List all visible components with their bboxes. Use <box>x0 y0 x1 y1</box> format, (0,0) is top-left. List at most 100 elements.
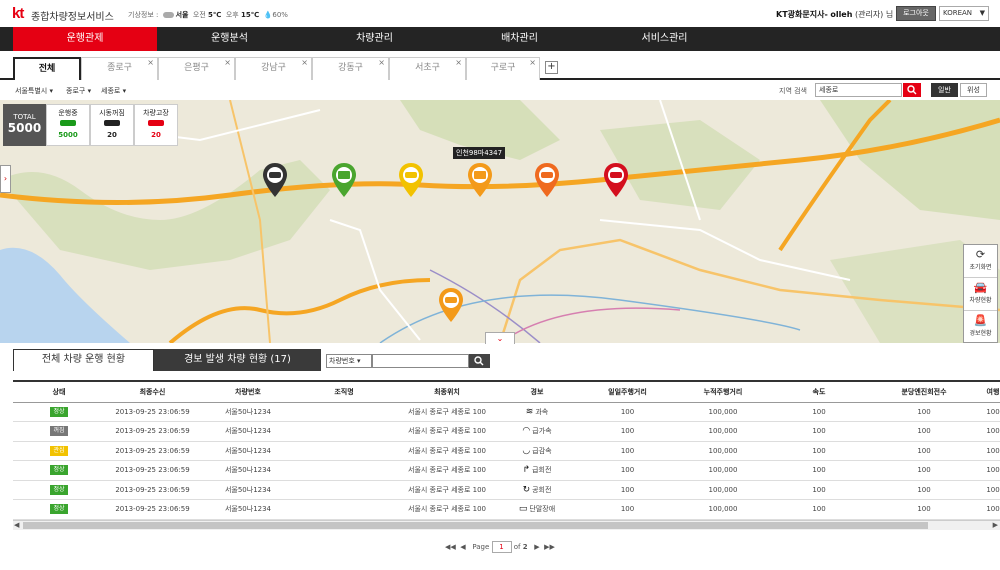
reset-view-button[interactable]: ⟳ 초기화면 <box>964 245 997 278</box>
tab-seocho[interactable]: 서초구 × <box>389 57 466 80</box>
page-input[interactable]: 1 <box>491 541 512 553</box>
city-value: 서울특별시 <box>15 87 48 95</box>
chevron-right-icon: › <box>3 174 8 183</box>
map-mode-normal-button[interactable]: 일반 <box>931 83 958 97</box>
col-rpm[interactable]: 분당엔진회전수 <box>875 382 973 403</box>
search-field-select[interactable]: 차량번호 ▾ <box>326 354 372 368</box>
add-tab-button[interactable]: + <box>545 61 558 74</box>
stat-running[interactable]: 운행중 5000 <box>46 104 90 146</box>
close-icon[interactable]: × <box>529 52 536 73</box>
district-value: 종로구 <box>66 87 86 95</box>
vehicle-status-button[interactable]: 🚘 차량현황 <box>964 278 997 311</box>
stat-engine-off[interactable]: 시동꺼짐 20 <box>90 104 134 146</box>
location-cell: 서울시 종로구 세종로 100 <box>392 441 502 461</box>
chevron-down-icon: ▾ <box>357 357 361 365</box>
next-page-icon[interactable]: ▶ <box>534 543 539 551</box>
tab-gangnam[interactable]: 강남구 × <box>235 57 312 80</box>
user-role: (관리자) 님 <box>854 10 894 19</box>
horizontal-scrollbar[interactable]: ◀ ▶ <box>13 520 1000 530</box>
region-search-input[interactable]: 세종로 <box>815 83 902 97</box>
vehicle-pin-truck-orange[interactable] <box>466 162 494 198</box>
col-trip[interactable]: 여행 <box>973 382 1000 403</box>
tab-jongno[interactable]: 종로구 × <box>81 57 158 80</box>
vehicle-pin-bus-green[interactable] <box>330 162 358 198</box>
table-row[interactable]: 정상 2013-09-25 23:06:59 서울50나1234 서울시 종로구 세종… <box>13 480 1000 500</box>
tab-label: 종로구 <box>107 63 132 73</box>
vehicle-search-button[interactable] <box>469 354 490 368</box>
stat-breakdown[interactable]: 차량고장 20 <box>134 104 178 146</box>
nav-item-operation-control[interactable]: 운행관제 <box>13 27 157 51</box>
scroll-right-icon[interactable]: ▶ <box>993 521 998 529</box>
refresh-icon: ⟳ <box>975 248 986 261</box>
location-cell: 서울시 종로구 세종로 100 <box>392 421 502 442</box>
tab-alarm-vehicle-status[interactable]: 경보 발생 차량 현황 (17) <box>154 349 321 371</box>
logout-button[interactable]: 로그아웃 <box>896 6 936 21</box>
scroll-left-icon[interactable]: ◀ <box>14 521 19 529</box>
header: kt 종합차량정보서비스 기상정보 : 서울 오전 5℃ 오후 15℃ 💧60%… <box>0 0 1000 27</box>
region-search-button[interactable] <box>903 83 921 97</box>
nav-item-vehicle-management[interactable]: 차량관리 <box>302 27 447 51</box>
language-select[interactable]: KOREAN ▼ <box>939 6 989 21</box>
close-icon[interactable]: × <box>301 52 308 73</box>
last-page-icon[interactable]: ▶▶ <box>544 543 555 551</box>
plate-cell[interactable]: 서울50나1234 <box>200 499 296 520</box>
col-alarm[interactable]: 경보 <box>502 382 572 403</box>
table-row[interactable]: 정상 2013-09-25 23:06:59 서울50나1234 서울시 종로구 세종… <box>13 460 1000 481</box>
table-row[interactable]: 정상 2013-09-25 23:06:59 서울50나1234 서울시 종로구 세종… <box>13 402 1000 422</box>
col-daily-distance[interactable]: 일일주행거리 <box>572 382 683 403</box>
map-mode-satellite-button[interactable]: 위성 <box>960 83 987 97</box>
close-icon[interactable]: × <box>147 52 154 73</box>
prev-page-icon[interactable]: ◀ <box>460 543 465 551</box>
trip-cell: 100 <box>973 460 1000 481</box>
nav-item-operation-analysis[interactable]: 운행분석 <box>157 27 302 51</box>
tab-gangdong[interactable]: 강동구 × <box>312 57 389 80</box>
location-cell: 서울시 종로구 세종로 100 <box>392 480 502 500</box>
am-temp: 5℃ <box>208 11 222 19</box>
nav-item-service-management[interactable]: 서비스관리 <box>592 27 737 51</box>
rpm-cell: 100 <box>875 499 973 520</box>
close-icon[interactable]: × <box>455 52 462 73</box>
table-row[interactable]: 꺼짐 2013-09-25 23:06:59 서울50나1234 서울시 종로구 세종… <box>13 421 1000 442</box>
vehicle-pin-car-orange[interactable] <box>437 287 465 323</box>
col-organization[interactable]: 조직명 <box>296 382 392 403</box>
tab-eunpyeong[interactable]: 은평구 × <box>158 57 235 80</box>
alarm-status-button[interactable]: 🚨 경보현황 <box>964 311 997 344</box>
road-dropdown[interactable]: 세종로 ▾ <box>101 86 126 96</box>
city-dropdown[interactable]: 서울특별시 ▾ <box>15 86 53 96</box>
vehicle-pin-car-yellow[interactable] <box>397 162 425 198</box>
nav-item-dispatch-management[interactable]: 배차관리 <box>447 27 592 51</box>
vehicle-pin-car-red-orange[interactable] <box>533 162 561 198</box>
vehicle-pin-car-red[interactable] <box>602 162 630 198</box>
tab-all-vehicle-status[interactable]: 전체 차량 운행 현황 <box>13 349 154 371</box>
close-icon[interactable]: × <box>224 52 231 73</box>
district-dropdown[interactable]: 종로구 ▾ <box>66 86 91 96</box>
col-last-received[interactable]: 최종수신 <box>105 382 200 403</box>
col-plate[interactable]: 차량번호 <box>200 382 296 403</box>
col-total-distance[interactable]: 누적주행거리 <box>683 382 763 403</box>
tab-guro[interactable]: 구로구 × <box>466 57 540 80</box>
table-row[interactable]: 정상 2013-09-25 23:06:59 서울50나1234 서울시 종로구 세종… <box>13 499 1000 520</box>
expand-left-panel-button[interactable]: › <box>0 165 11 193</box>
plate-cell[interactable]: 서울50나1234 <box>200 402 296 422</box>
col-speed[interactable]: 속도 <box>763 382 875 403</box>
vehicle-search-input[interactable] <box>372 354 469 368</box>
plate-cell[interactable]: 서울50나1234 <box>200 421 296 442</box>
table-row[interactable]: 관심 2013-09-25 23:06:59 서울50나1234 서울시 종로구 세종… <box>13 441 1000 461</box>
alarm-cell: ↻ 공회전 <box>502 480 572 500</box>
total-distance-cell: 100,000 <box>683 499 763 520</box>
rpm-cell: 100 <box>875 402 973 422</box>
scrollbar-thumb[interactable] <box>23 522 928 529</box>
first-page-icon[interactable]: ◀◀ <box>445 543 456 551</box>
tab-all[interactable]: 전체 <box>13 57 81 82</box>
region-tabs: 전체 종로구 × 은평구 × 강남구 × 강동구 × 서초구 × 구로구 × <box>0 51 1000 82</box>
plate-cell[interactable]: 서울50나1234 <box>200 460 296 481</box>
plate-cell[interactable]: 서울50나1234 <box>200 441 296 461</box>
vehicle-pin-off[interactable] <box>261 162 289 198</box>
kt-logo[interactable]: kt <box>12 5 24 22</box>
plate-cell[interactable]: 서울50나1234 <box>200 480 296 500</box>
stat-value: 20 <box>151 131 161 139</box>
close-icon[interactable]: × <box>378 52 385 73</box>
col-last-location[interactable]: 최종위치 <box>392 382 502 403</box>
col-status[interactable]: 상태 <box>13 382 105 403</box>
total-label: TOTAL <box>13 113 36 121</box>
